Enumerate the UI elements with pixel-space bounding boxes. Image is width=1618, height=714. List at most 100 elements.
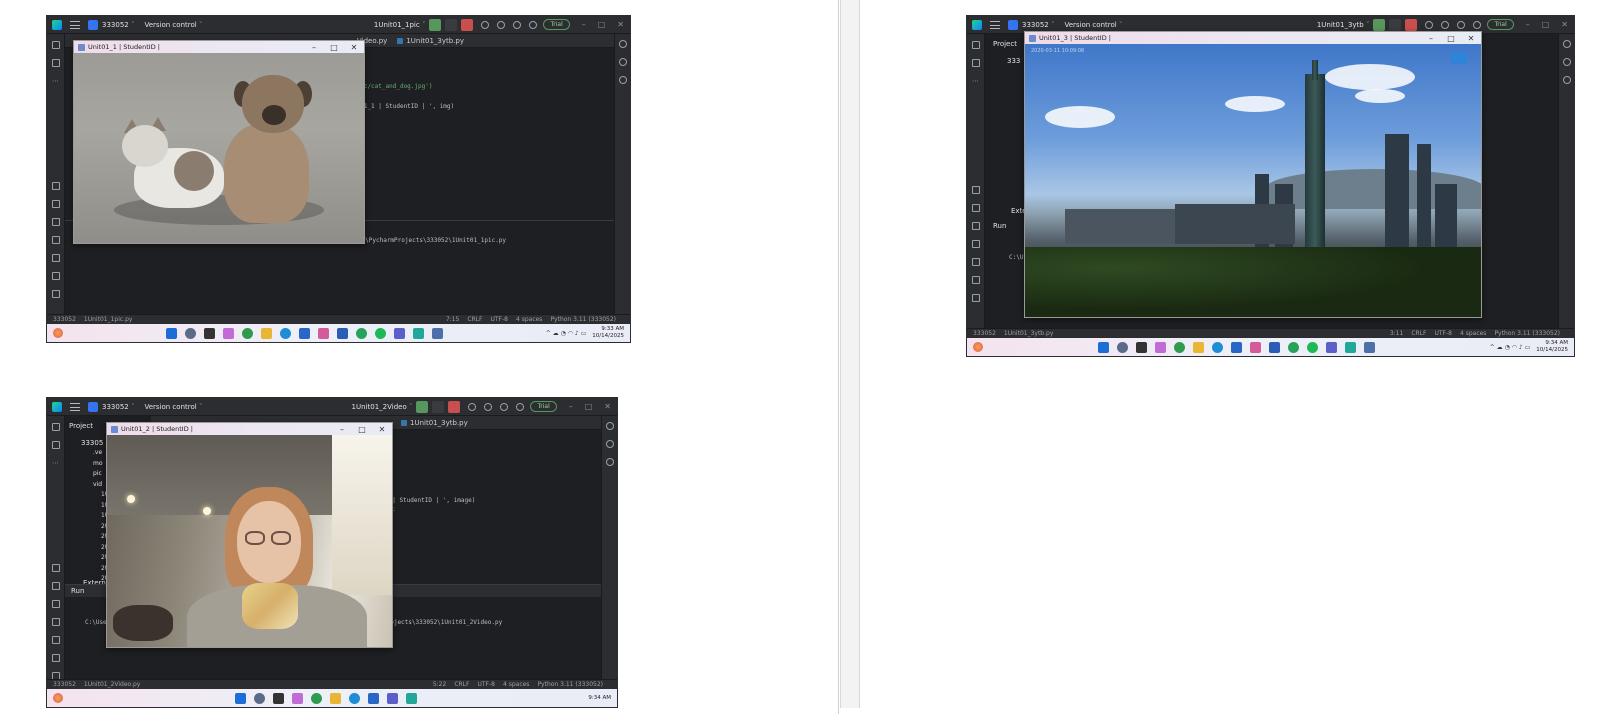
status-encoding[interactable]: UTF-8 (490, 316, 508, 323)
notifications-icon[interactable] (618, 40, 627, 48)
clock[interactable]: 9:34 AM 10/14/2025 (1536, 340, 1568, 354)
minimize-icon[interactable]: – (1421, 34, 1441, 43)
word-icon[interactable] (1268, 341, 1280, 353)
clock[interactable]: 9:34 AM (588, 695, 611, 702)
project-tool-icon[interactable] (51, 423, 60, 431)
maximize-icon[interactable]: □ (324, 43, 344, 52)
whatsapp-icon[interactable] (1287, 341, 1299, 353)
version-control-menu[interactable]: Version control ˅ (144, 21, 202, 29)
more-tools-icon[interactable]: ⋯ (52, 77, 60, 85)
project-tool-icon[interactable] (971, 41, 980, 49)
search-icon[interactable] (1116, 341, 1128, 353)
project-tool-icon[interactable] (51, 41, 60, 49)
youtube-frame-window[interactable]: Unit01_3 | StudentID | – □ ✕ 2020-03-11 10… (1024, 31, 1482, 318)
status-position[interactable]: 3:11 (1390, 330, 1403, 337)
main-menu-icon[interactable] (990, 20, 1000, 29)
edge-icon[interactable] (279, 327, 291, 339)
video-window[interactable]: Unit01_2 | StudentID | – □ ✕ (106, 422, 393, 648)
spotify-icon[interactable] (374, 327, 386, 339)
structure-tool-icon[interactable] (51, 441, 60, 449)
maximize-icon[interactable]: □ (598, 20, 606, 29)
video-window-titlebar[interactable]: Unit01_2 | StudentID | – □ ✕ (107, 423, 392, 435)
status-project[interactable]: 333052 (973, 330, 996, 337)
run-config-selector[interactable]: 1Unit01_2Video ˅ (352, 403, 413, 411)
image-window[interactable]: Unit01_1 | StudentID | – □ ✕ (73, 40, 365, 244)
whatsapp-icon[interactable] (355, 327, 367, 339)
start-icon[interactable] (165, 327, 177, 339)
minimize-icon[interactable]: – (304, 43, 324, 52)
status-file[interactable]: 1Unit01_1pic.py (84, 316, 133, 323)
trial-badge[interactable]: Trial (543, 19, 570, 30)
python-console-icon[interactable] (51, 218, 60, 226)
terminal-icon[interactable] (971, 258, 980, 266)
widgets-icon[interactable] (53, 328, 63, 338)
ai-assistant-icon[interactable] (1562, 58, 1571, 66)
main-menu-icon[interactable] (70, 20, 80, 29)
services-icon[interactable] (51, 618, 60, 626)
maximize-icon[interactable]: □ (1441, 34, 1461, 43)
close-icon[interactable]: ✕ (617, 20, 624, 29)
run-panel-label[interactable]: Run (71, 587, 84, 595)
run-tool-icon[interactable] (51, 564, 60, 572)
services-icon[interactable] (971, 240, 980, 248)
store-icon[interactable] (1230, 341, 1242, 353)
minimize-icon[interactable]: – (569, 402, 573, 411)
close-icon[interactable]: ✕ (1561, 20, 1568, 29)
debug-button[interactable] (445, 18, 458, 31)
project-switcher[interactable]: 333052 ˅ (88, 401, 134, 412)
run-button[interactable] (1373, 18, 1386, 31)
notifications-icon[interactable] (1562, 40, 1571, 48)
project-tree-root[interactable]: 33305 (81, 439, 103, 447)
pycharm-icon[interactable] (1344, 341, 1356, 353)
status-project[interactable]: 333052 (53, 681, 76, 688)
terminal-icon[interactable] (51, 636, 60, 644)
project-panel-label[interactable]: Project (993, 40, 1017, 48)
chrome-icon[interactable] (1173, 341, 1185, 353)
settings-icon[interactable] (516, 402, 525, 411)
status-project[interactable]: 333052 (53, 316, 76, 323)
file-explorer-icon[interactable] (1192, 341, 1204, 353)
database-icon[interactable] (618, 76, 627, 84)
minimize-icon[interactable]: – (582, 20, 586, 29)
file-explorer-icon[interactable] (329, 692, 341, 704)
problems-icon[interactable] (971, 276, 980, 284)
translate-icon[interactable] (468, 402, 477, 411)
more-tools-icon[interactable]: ⋯ (972, 77, 980, 85)
task-view-icon[interactable] (1135, 341, 1147, 353)
search-icon[interactable] (253, 692, 265, 704)
snipping-icon[interactable] (317, 327, 329, 339)
status-indent[interactable]: 4 spaces (1460, 330, 1486, 337)
teams-icon[interactable] (1325, 341, 1337, 353)
version-control-menu[interactable]: Version control ˅ (144, 403, 202, 411)
minimize-icon[interactable]: – (1526, 20, 1530, 29)
project-tree-root[interactable]: 333 (1007, 57, 1020, 65)
trial-badge[interactable]: Trial (1487, 19, 1514, 30)
status-indent[interactable]: 4 spaces (516, 316, 542, 323)
image-window-titlebar[interactable]: Unit01_1 | StudentID | – □ ✕ (74, 41, 364, 53)
python-console-icon[interactable] (971, 222, 980, 230)
run-button[interactable] (416, 400, 429, 413)
packages-tool-icon[interactable] (51, 200, 60, 208)
debug-button[interactable] (432, 400, 445, 413)
debug-button[interactable] (1389, 18, 1402, 31)
teams-icon[interactable] (386, 692, 398, 704)
status-line-sep[interactable]: CRLF (1411, 330, 1426, 337)
status-interpreter[interactable]: Python 3.11 (333052) (537, 681, 603, 688)
packages-tool-icon[interactable] (51, 582, 60, 590)
run-config-selector[interactable]: 1Unit01_1pic ˅ (374, 21, 426, 29)
task-view-icon[interactable] (272, 692, 284, 704)
problems-icon[interactable] (51, 272, 60, 280)
chrome-icon[interactable] (310, 692, 322, 704)
notifications-icon[interactable] (605, 422, 614, 430)
widgets-icon[interactable] (973, 342, 983, 352)
structure-tool-icon[interactable] (971, 59, 980, 67)
status-position[interactable]: 7:15 (446, 316, 459, 323)
project-switcher[interactable]: 333052 ˅ (1008, 19, 1054, 30)
trial-badge[interactable]: Trial (530, 401, 557, 412)
user-icon[interactable] (484, 402, 493, 411)
status-file[interactable]: 1Unit01_3ytb.py (1004, 330, 1053, 337)
system-tray-icons[interactable]: ^ ☁ ◔ ◠ ♪ ▭ (546, 330, 587, 337)
tab-3ytb[interactable]: 1Unit01_3ytb.py (397, 37, 464, 45)
run-tool-icon[interactable] (971, 186, 980, 194)
status-encoding[interactable]: UTF-8 (1434, 330, 1452, 337)
